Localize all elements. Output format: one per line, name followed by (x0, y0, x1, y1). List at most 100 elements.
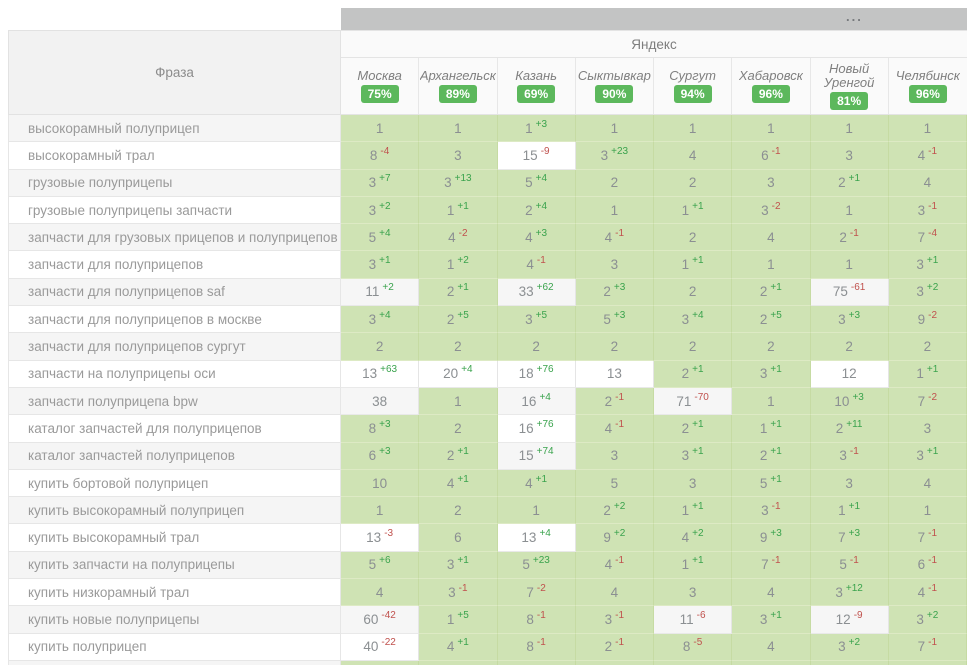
position-cell[interactable]: 3 (732, 170, 810, 197)
position-cell[interactable]: 7-2 (889, 388, 967, 415)
position-cell[interactable]: 2+2 (576, 497, 654, 524)
position-cell[interactable]: 3+4 (654, 306, 732, 333)
position-cell[interactable]: 3 (419, 142, 497, 169)
position-cell[interactable]: 2+5 (732, 306, 810, 333)
position-cell[interactable]: 5+4 (341, 224, 419, 251)
position-cell[interactable]: 4 (654, 142, 732, 169)
position-cell[interactable]: 2+1 (732, 443, 810, 470)
position-cell[interactable]: 2 (419, 333, 497, 360)
position-cell[interactable]: 4 (889, 470, 967, 497)
position-cell[interactable]: 2 (654, 224, 732, 251)
position-cell[interactable]: 20+4 (419, 361, 497, 388)
position-cell[interactable]: 3+2 (889, 606, 967, 633)
position-cell[interactable] (654, 661, 732, 665)
position-cell[interactable]: 1+1 (654, 497, 732, 524)
position-cell[interactable]: 3+1 (732, 361, 810, 388)
position-cell[interactable]: 16+76 (498, 415, 576, 442)
position-cell[interactable]: 15+74 (498, 443, 576, 470)
position-cell[interactable]: 4+1 (498, 470, 576, 497)
position-cell[interactable]: 2+1 (419, 443, 497, 470)
position-cell[interactable]: 6-1 (732, 142, 810, 169)
position-cell[interactable]: 13-3 (341, 524, 419, 551)
city-header[interactable]: Москва75% (341, 58, 419, 114)
phrase-cell[interactable]: запчасти для грузовых прицепов и полупри… (8, 224, 341, 251)
phrase-cell[interactable]: запчасти для полуприцепов saf (8, 279, 341, 306)
position-cell[interactable]: 3+1 (889, 251, 967, 278)
position-cell[interactable]: 2+1 (419, 279, 497, 306)
position-cell[interactable]: 4 (732, 634, 810, 661)
position-cell[interactable]: 2 (419, 415, 497, 442)
position-cell[interactable]: 2 (654, 170, 732, 197)
position-cell[interactable]: 2 (341, 333, 419, 360)
position-cell[interactable]: 3 (811, 142, 889, 169)
position-cell[interactable]: 4-1 (889, 142, 967, 169)
position-cell[interactable]: 1 (732, 251, 810, 278)
position-cell[interactable]: 3 (654, 470, 732, 497)
position-cell[interactable]: 3+23 (576, 142, 654, 169)
position-cell[interactable]: 3-1 (419, 579, 497, 606)
city-header[interactable]: Челябинск96% (889, 58, 967, 114)
position-cell[interactable]: 1+1 (732, 415, 810, 442)
position-cell[interactable]: 1 (732, 115, 810, 142)
position-cell[interactable]: 1+2 (419, 251, 497, 278)
position-cell[interactable]: 5+23 (498, 552, 576, 579)
position-cell[interactable]: 11+2 (341, 279, 419, 306)
phrase-cell[interactable]: грузовые полуприцепы (8, 170, 341, 197)
position-cell[interactable]: 1+5 (419, 606, 497, 633)
phrase-cell[interactable]: купить запчасти на полуприцепы (8, 552, 341, 579)
more-options-icon[interactable]: ... (846, 8, 863, 30)
position-cell[interactable]: 40-22 (341, 634, 419, 661)
position-cell[interactable]: 3-1 (576, 606, 654, 633)
position-cell[interactable]: 33+62 (498, 279, 576, 306)
position-cell[interactable]: 2 (889, 333, 967, 360)
position-cell[interactable]: 9-2 (889, 306, 967, 333)
position-cell[interactable]: 4 (889, 170, 967, 197)
position-cell[interactable]: 1 (732, 388, 810, 415)
position-cell[interactable]: 6 (419, 524, 497, 551)
position-cell[interactable]: 1 (576, 197, 654, 224)
phrase-cell[interactable]: каталог запчастей для полуприцепов (8, 415, 341, 442)
position-cell[interactable]: 3 (576, 443, 654, 470)
position-cell[interactable]: 2+1 (654, 415, 732, 442)
position-cell[interactable]: 3 (889, 415, 967, 442)
position-cell[interactable]: 2 (576, 170, 654, 197)
phrase-cell[interactable]: запчасти полуприцепа bpw (8, 388, 341, 415)
phrase-cell[interactable]: купить бортовой полуприцеп (8, 470, 341, 497)
position-cell[interactable] (732, 661, 810, 665)
city-header[interactable]: Новый Уренгой81% (811, 58, 889, 114)
position-cell[interactable]: 2+1 (732, 279, 810, 306)
position-cell[interactable]: 2 (576, 333, 654, 360)
position-cell[interactable]: 2+11 (811, 415, 889, 442)
position-cell[interactable]: 3+1 (419, 552, 497, 579)
phrase-cell[interactable]: каталог запчастей полуприцепов (8, 443, 341, 470)
position-cell[interactable]: 4+1 (419, 470, 497, 497)
position-cell[interactable]: 9+2 (576, 524, 654, 551)
position-cell[interactable]: 2+5 (419, 306, 497, 333)
position-cell[interactable]: 2+1 (811, 170, 889, 197)
position-cell[interactable]: 5+3 (576, 306, 654, 333)
city-header[interactable]: Сыктывкар90% (576, 58, 654, 114)
phrase-cell[interactable]: грузовые полуприцепы запчасти (8, 197, 341, 224)
position-cell[interactable]: 2 (811, 333, 889, 360)
position-cell[interactable]: 5 (576, 470, 654, 497)
position-cell[interactable]: 13+63 (341, 361, 419, 388)
position-cell[interactable]: 1 (341, 497, 419, 524)
position-cell[interactable]: 1+3 (498, 115, 576, 142)
position-cell[interactable]: 1+1 (654, 251, 732, 278)
position-cell[interactable]: 10 (341, 470, 419, 497)
position-cell[interactable]: 4-1 (498, 251, 576, 278)
position-cell[interactable]: 7+3 (811, 524, 889, 551)
position-cell[interactable]: 1+1 (654, 552, 732, 579)
position-cell[interactable]: 1 (419, 388, 497, 415)
position-cell[interactable]: 3+2 (811, 634, 889, 661)
phrase-cell[interactable]: запчасти для полуприцепов сургут (8, 333, 341, 360)
position-cell[interactable]: 1 (576, 115, 654, 142)
phrase-cell[interactable]: купить высокорамный трал (8, 524, 341, 551)
position-cell[interactable]: 3+5 (498, 306, 576, 333)
position-cell[interactable]: 3-1 (732, 497, 810, 524)
position-cell[interactable]: 3+2 (889, 279, 967, 306)
position-cell[interactable]: 7-1 (889, 524, 967, 551)
position-cell[interactable]: 4+3 (498, 224, 576, 251)
position-cell[interactable]: 15-9 (498, 142, 576, 169)
position-cell[interactable] (498, 661, 576, 665)
